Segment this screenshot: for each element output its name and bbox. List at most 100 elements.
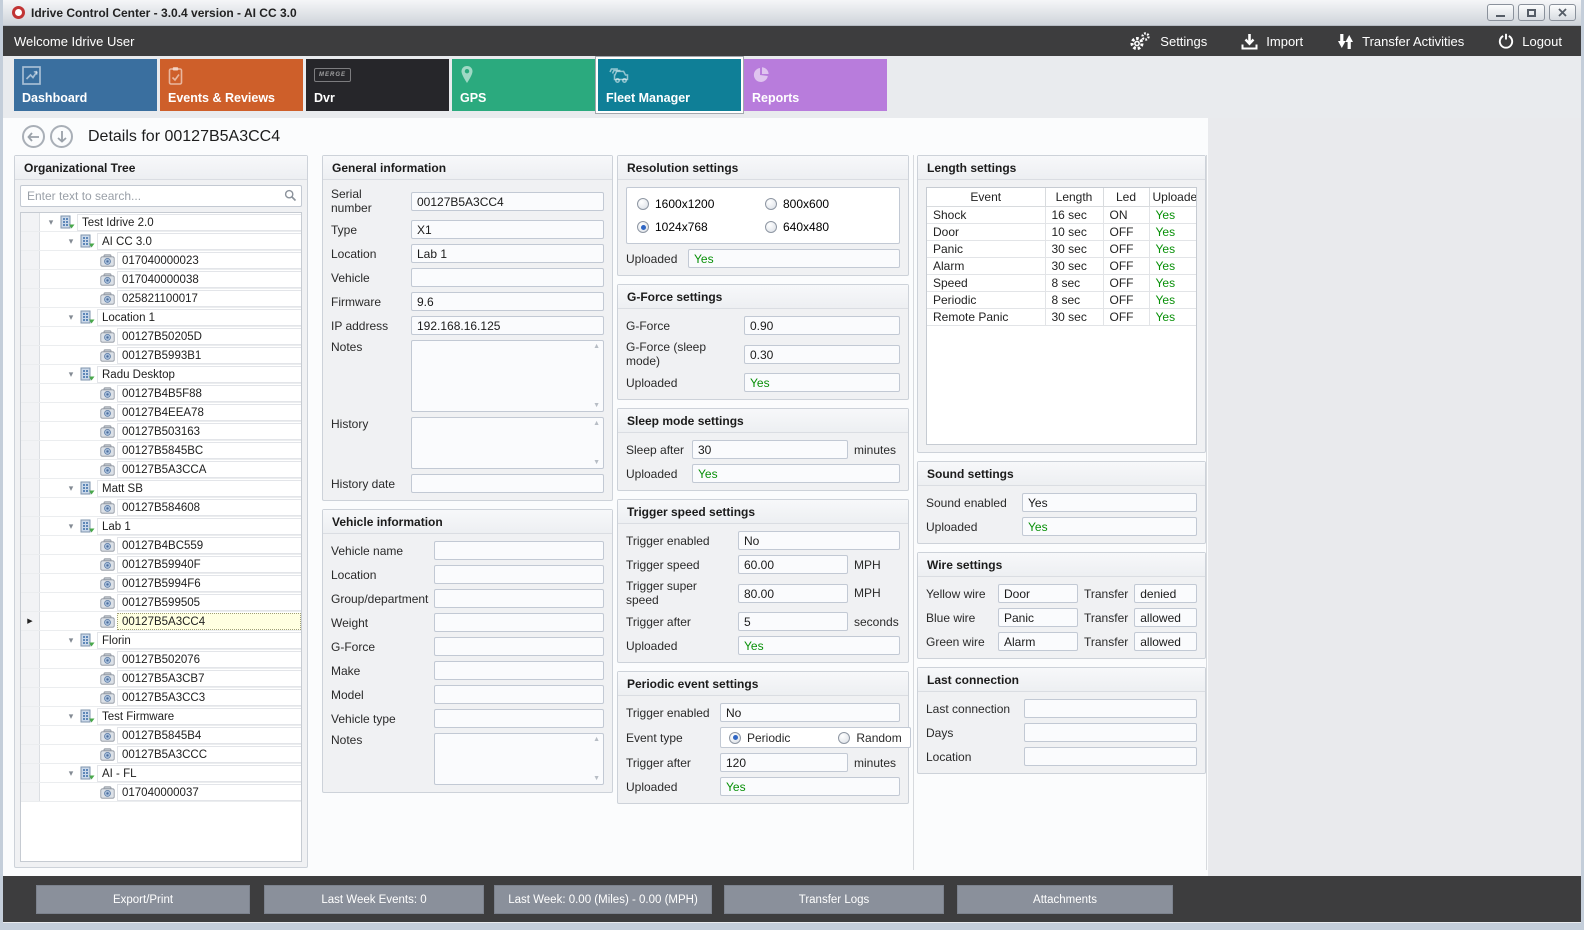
notes-textarea[interactable] bbox=[434, 733, 604, 785]
history-textarea[interactable] bbox=[411, 417, 604, 469]
tree-node[interactable]: 00127B5845B4 bbox=[21, 726, 301, 745]
notes-textarea[interactable] bbox=[411, 340, 604, 412]
tree-node[interactable]: ▾Test Idrive 2.0 bbox=[21, 213, 301, 232]
yellow-wire-transfer-field[interactable]: denied bbox=[1134, 584, 1197, 603]
make-field[interactable] bbox=[434, 661, 604, 680]
tab-gps[interactable]: GPS bbox=[452, 59, 595, 111]
uploaded-field[interactable]: Yes bbox=[1022, 517, 1197, 536]
tree-node[interactable]: 00127B502076 bbox=[21, 650, 301, 669]
radio-button[interactable] bbox=[765, 198, 777, 210]
table-row[interactable]: Speed8 secOFFYes bbox=[927, 275, 1197, 292]
radio-option-1600x1200[interactable]: 1600x1200 bbox=[637, 197, 761, 211]
back-button[interactable] bbox=[22, 125, 45, 148]
trigger-super-speed-field[interactable]: 80.00 bbox=[738, 584, 848, 603]
trigger-speed-field[interactable]: 60.00 bbox=[738, 555, 848, 574]
expander-icon[interactable]: ▾ bbox=[64, 711, 78, 722]
tree-node[interactable]: 00127B5994F6 bbox=[21, 574, 301, 593]
radio-button[interactable] bbox=[637, 221, 649, 233]
history-date-field[interactable] bbox=[411, 474, 604, 493]
radio-option-640x480[interactable]: 640x480 bbox=[765, 220, 889, 234]
tree-node[interactable]: ▾Radu Desktop bbox=[21, 365, 301, 384]
trigger-after-field[interactable]: 120 bbox=[720, 753, 848, 772]
table-row[interactable]: Alarm30 secOFFYes bbox=[927, 258, 1197, 275]
blue-wire-field[interactable]: Panic bbox=[998, 608, 1078, 627]
expander-icon[interactable]: ▾ bbox=[64, 521, 78, 532]
radio-option-random[interactable]: Random bbox=[838, 731, 901, 745]
tree-node[interactable]: 00127B5A3CCC bbox=[21, 745, 301, 764]
location-field[interactable] bbox=[1024, 747, 1197, 766]
tree-node[interactable]: 00127B4EEA78 bbox=[21, 403, 301, 422]
vehicle-field[interactable] bbox=[411, 268, 604, 287]
ip-address-field[interactable]: 192.168.16.125 bbox=[411, 316, 604, 335]
tree-node[interactable]: 00127B584608 bbox=[21, 498, 301, 517]
tree-node[interactable]: ▾Test Firmware bbox=[21, 707, 301, 726]
expander-icon[interactable]: ▾ bbox=[64, 236, 78, 247]
settings-button[interactable]: Settings bbox=[1128, 32, 1207, 51]
radio-option-1024x768[interactable]: 1024x768 bbox=[637, 220, 761, 234]
green-wire-transfer-field[interactable]: allowed bbox=[1134, 632, 1197, 651]
radio-button[interactable] bbox=[729, 732, 741, 744]
tree-node[interactable]: 00127B599505 bbox=[21, 593, 301, 612]
table-row[interactable]: Door10 secOFFYes bbox=[927, 224, 1197, 241]
tree-node[interactable]: 00127B50205D bbox=[21, 327, 301, 346]
sleep-after-field[interactable]: 30 bbox=[692, 440, 848, 459]
tree-node[interactable]: 017040000037 bbox=[21, 783, 301, 802]
uploaded-field[interactable]: Yes bbox=[692, 464, 900, 483]
close-button[interactable] bbox=[1549, 4, 1576, 21]
expander-icon[interactable]: ▾ bbox=[64, 635, 78, 646]
expander-icon[interactable]: ▾ bbox=[64, 768, 78, 779]
days-field[interactable] bbox=[1024, 723, 1197, 742]
uploaded-field[interactable]: Yes bbox=[738, 636, 900, 655]
green-wire-field[interactable]: Alarm bbox=[998, 632, 1078, 651]
search-input[interactable] bbox=[20, 185, 302, 207]
tree-node[interactable]: 00127B4BC559 bbox=[21, 536, 301, 555]
transfer-logs-button[interactable]: Transfer Logs bbox=[724, 885, 944, 914]
firmware-field[interactable]: 9.6 bbox=[411, 292, 604, 311]
radio-option-800x600[interactable]: 800x600 bbox=[765, 197, 889, 211]
maximize-button[interactable] bbox=[1518, 4, 1545, 21]
logout-button[interactable]: Logout bbox=[1498, 33, 1562, 49]
radio-button[interactable] bbox=[838, 732, 850, 744]
expander-icon[interactable]: ▾ bbox=[64, 312, 78, 323]
tree-node[interactable]: ▾Florin bbox=[21, 631, 301, 650]
serial-number-field[interactable]: 00127B5A3CC4 bbox=[411, 192, 604, 211]
last-week-button[interactable]: Last Week: 0.00 (Miles) - 0.00 (MPH) bbox=[494, 885, 712, 914]
table-row[interactable]: Panic30 secOFFYes bbox=[927, 241, 1197, 258]
tab-events-reviews[interactable]: Events & Reviews bbox=[160, 59, 303, 111]
g-force-field[interactable]: 0.90 bbox=[744, 316, 900, 335]
tree-node[interactable]: ▾AI CC 3.0 bbox=[21, 232, 301, 251]
expander-icon[interactable]: ▾ bbox=[44, 217, 58, 228]
expander-icon[interactable]: ▾ bbox=[64, 369, 78, 380]
tab-reports[interactable]: Reports bbox=[744, 59, 887, 111]
location-field[interactable]: Lab 1 bbox=[411, 244, 604, 263]
radio-option-periodic[interactable]: Periodic bbox=[729, 731, 790, 745]
tree-node[interactable]: ▾Lab 1 bbox=[21, 517, 301, 536]
minimize-button[interactable] bbox=[1487, 4, 1514, 21]
g-force-field[interactable] bbox=[434, 637, 604, 656]
tree-node[interactable]: 00127B5845BC bbox=[21, 441, 301, 460]
trigger-enabled-field[interactable]: No bbox=[720, 703, 900, 722]
tab-dvr[interactable]: MERGEDvr bbox=[306, 59, 449, 111]
tab-fleet-manager[interactable]: Fleet Manager bbox=[598, 59, 741, 111]
tree-node[interactable]: 017040000038 bbox=[21, 270, 301, 289]
vehicle-type-field[interactable] bbox=[434, 709, 604, 728]
yellow-wire-field[interactable]: Door bbox=[998, 584, 1078, 603]
transfer-activities-button[interactable]: Transfer Activities bbox=[1337, 33, 1464, 50]
blue-wire-transfer-field[interactable]: allowed bbox=[1134, 608, 1197, 627]
export-print-button[interactable]: Export/Print bbox=[36, 885, 250, 914]
tree-node[interactable]: ▾AI - FL bbox=[21, 764, 301, 783]
trigger-after-field[interactable]: 5 bbox=[738, 612, 848, 631]
tree-node[interactable]: 00127B5A3CB7 bbox=[21, 669, 301, 688]
location-field[interactable] bbox=[434, 565, 604, 584]
tree-node[interactable]: 00127B503163 bbox=[21, 422, 301, 441]
vehicle-name-field[interactable] bbox=[434, 541, 604, 560]
tree-node[interactable]: 025821100017 bbox=[21, 289, 301, 308]
trigger-enabled-field[interactable]: No bbox=[738, 531, 900, 550]
tree-node[interactable]: ▾Location 1 bbox=[21, 308, 301, 327]
uploaded-field[interactable]: Yes bbox=[720, 777, 900, 796]
weight-field[interactable] bbox=[434, 613, 604, 632]
tree-node[interactable]: 00127B4B5F88 bbox=[21, 384, 301, 403]
expander-icon[interactable]: ▾ bbox=[64, 483, 78, 494]
tree-node[interactable]: 00127B5993B1 bbox=[21, 346, 301, 365]
table-row[interactable]: Remote Panic30 secOFFYes bbox=[927, 309, 1197, 326]
